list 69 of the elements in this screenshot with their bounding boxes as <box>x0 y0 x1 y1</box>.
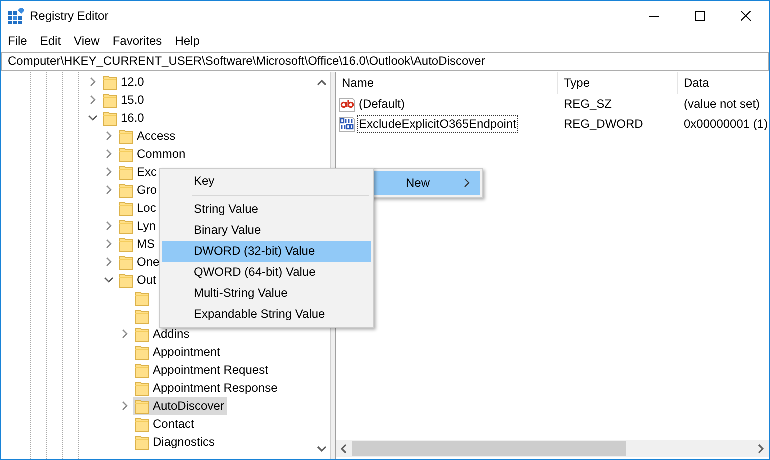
value-name[interactable]: ExcludeExplicitO365Endpoint <box>357 115 518 133</box>
folder-icon <box>119 236 133 252</box>
folder-icon <box>135 326 149 342</box>
tree-item[interactable]: Appointment Request <box>133 361 272 379</box>
menu-item[interactable]: Expandable String Value <box>162 304 371 325</box>
tree-item[interactable]: Access <box>117 127 179 145</box>
value-name[interactable]: (Default) <box>357 95 408 113</box>
folder-icon <box>135 416 149 432</box>
menu-item[interactable]: View <box>67 31 106 51</box>
menu-item[interactable]: Help <box>168 31 206 51</box>
folder-icon <box>135 344 149 360</box>
folder-icon <box>119 254 133 270</box>
tree-item[interactable]: Contact <box>133 415 198 433</box>
scrollbar[interactable] <box>336 440 769 457</box>
tree-item[interactable]: 12.0 <box>101 73 148 91</box>
string-value-icon <box>339 96 355 112</box>
menu-item[interactable]: QWORD (64-bit) Value <box>162 262 371 283</box>
folder-icon <box>135 434 149 450</box>
menu-item[interactable]: Binary Value <box>162 220 371 241</box>
tree-item[interactable]: Gro <box>117 181 160 199</box>
table-cell-text: 0x00000001 (1) <box>683 117 769 131</box>
maximize-icon <box>695 10 705 20</box>
folder-icon <box>103 110 117 126</box>
column-header[interactable]: Name <box>336 72 558 94</box>
tree-item[interactable]: Diagnostics <box>133 433 218 451</box>
menu-item[interactable]: String Value <box>162 199 371 220</box>
folder-icon <box>103 92 117 108</box>
folder-icon <box>135 398 149 414</box>
menu-item[interactable]: File <box>1 31 34 51</box>
tree-item[interactable]: Appointment <box>133 343 224 361</box>
folder-icon <box>119 218 133 234</box>
folder-icon <box>119 146 133 162</box>
tree-item[interactable]: One <box>117 253 163 271</box>
close-icon <box>741 10 751 20</box>
tree-item[interactable]: Exc <box>117 163 160 181</box>
tree-item[interactable]: Loc <box>117 199 160 217</box>
folder-icon <box>119 128 133 144</box>
menu-item[interactable]: Edit <box>33 31 68 51</box>
tree-item[interactable]: Out <box>117 271 160 289</box>
binary-value-icon <box>339 116 355 132</box>
table-cell-text: REG_SZ <box>563 97 614 111</box>
folder-icon <box>119 200 133 216</box>
tree-item[interactable]: Common <box>117 145 189 163</box>
menu-item[interactable]: Favorites <box>106 31 168 51</box>
column-header[interactable]: Data <box>678 72 769 94</box>
column-header[interactable]: Type <box>558 72 678 94</box>
folder-icon <box>135 362 149 378</box>
table-cell-text: REG_DWORD <box>563 117 644 131</box>
menu-item[interactable]: Key <box>162 171 371 192</box>
scroll-thumb[interactable] <box>352 441 626 456</box>
table-cell-text: (value not set) <box>683 97 762 111</box>
app-icon <box>8 8 24 24</box>
folder-icon <box>119 164 133 180</box>
tree-item[interactable]: Appointment Response <box>133 379 281 397</box>
tree-item[interactable]: 15.0 <box>101 91 148 109</box>
tree-item[interactable]: Lyn <box>117 217 159 235</box>
tree-item[interactable]: 16.0 <box>101 109 148 127</box>
window-title: Registry Editor <box>30 8 109 22</box>
folder-icon <box>135 380 149 396</box>
tree-item[interactable]: AutoDiscover <box>133 397 228 415</box>
folder-icon <box>119 182 133 198</box>
menu-item[interactable]: Multi-String Value <box>162 283 371 304</box>
menu-item[interactable]: DWORD (32-bit) Value <box>162 241 371 262</box>
menu-item[interactable]: New <box>374 171 480 195</box>
address-field[interactable]: Computer\HKEY_CURRENT_USER\Software\Microsoft\Office\16.0\Outlook\AutoDiscover <box>1 52 769 71</box>
folder-icon <box>103 74 117 90</box>
tree-item[interactable]: MS <box>117 235 158 253</box>
tree-item[interactable]: Addins <box>133 325 193 343</box>
folder-icon <box>119 272 133 288</box>
